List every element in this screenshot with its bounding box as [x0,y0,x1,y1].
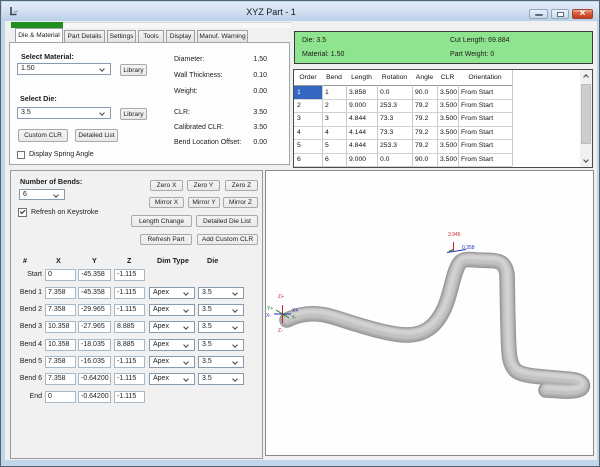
svg-text:Z-: Z- [278,328,283,334]
svg-text:Y+: Y+ [267,306,273,312]
svg-text:Z+: Z+ [278,294,284,300]
svg-text:X-: X- [266,313,271,319]
svg-text:X+: X+ [292,308,298,314]
svg-text:3.945: 3.945 [448,232,461,238]
svg-text:Y-: Y- [292,315,297,321]
